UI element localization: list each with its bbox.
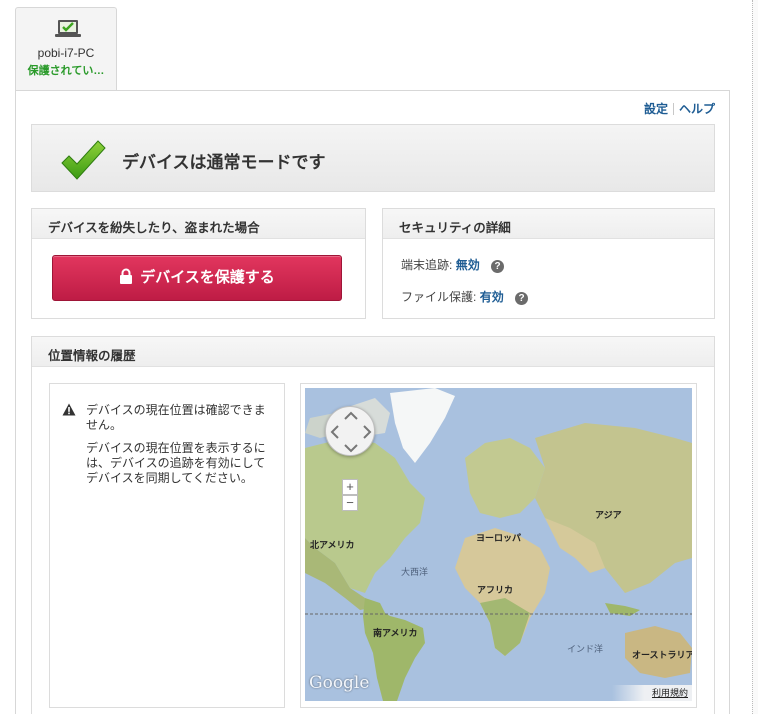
device-panel: 設定 ヘルプ デバイスは通常モードです デバイスを紛失したり、盗まれた場合 デバイ… [15,90,730,714]
world-map[interactable]: 北アメリカ 大西洋 ヨーロッパ アジア アフリカ 南アメリカ インド洋 オースト… [305,388,692,701]
device-name: pobi-i7-PC [37,46,95,60]
protect-device-button[interactable]: デバイスを保護する [52,255,342,301]
location-history-box: 位置情報の履歴 デバイスの現在位置は確認できません。 デバイスの現在位置を表示す… [31,336,715,714]
tracking-value[interactable]: 無効 [456,258,480,272]
device-tab[interactable]: pobi-i7-PC 保護されてい… [15,7,117,91]
settings-link[interactable]: 設定 [644,102,668,116]
file-protection-label: ファイル保護: [401,290,477,304]
warning-icon [62,403,76,416]
tracking-help-icon[interactable]: ? [491,260,505,273]
file-protection-help-icon[interactable]: ? [515,292,529,305]
map-label-europe: ヨーロッパ [476,533,522,543]
lost-device-header: デバイスを紛失したり、盗まれた場合 [32,209,365,239]
location-history-header: 位置情報の履歴 [32,337,714,367]
map-label-atlantic: 大西洋 [401,567,429,577]
map-terms-link[interactable]: 利用規約 [611,685,692,701]
lost-device-box: デバイスを紛失したり、盗まれた場合 デバイスを保護する [31,208,366,319]
page-right-edge [752,0,758,714]
location-message-box: デバイスの現在位置は確認できません。 デバイスの現在位置を表示するには、デバイス… [49,383,285,708]
google-logo: Google [309,673,370,693]
checkmark-icon [61,140,106,180]
help-link[interactable]: ヘルプ [679,102,715,116]
map-label-indian-ocean: インド洋 [567,644,604,654]
top-links: 設定 ヘルプ [644,100,715,117]
map-label-africa: アフリカ [477,585,514,595]
security-details-header: セキュリティの詳細 [383,209,714,239]
pan-arrows-icon [330,411,372,453]
location-message-2: デバイスの現在位置を表示するには、デバイスの追跡を有効にしてデバイスを同期してく… [86,441,266,485]
map-label-north-america: 北アメリカ [310,540,355,550]
location-message-1: デバイスの現在位置は確認できません。 [86,403,266,432]
tracking-label: 端末追跡: [401,258,453,272]
tracking-row: 端末追跡: 無効 ? [401,256,505,273]
file-protection-value[interactable]: 有効 [480,290,504,304]
map-pan-control[interactable] [325,406,375,456]
laptop-icon [55,20,81,37]
map-zoom-out-button[interactable]: − [342,495,358,511]
map-zoom-in-button[interactable]: + [342,479,358,495]
security-details-box: セキュリティの詳細 端末追跡: 無効 ? ファイル保護: 有効 ? [382,208,715,319]
file-protection-row: ファイル保護: 有効 ? [401,288,529,305]
protect-device-label: デバイスを保護する [140,269,275,286]
status-message: デバイスは通常モードです [122,153,326,172]
map-label-asia: アジア [595,510,622,520]
link-divider [672,103,674,115]
device-status: 保護されてい… [27,65,105,77]
map-label-australia: オーストラリア [632,650,692,660]
status-box: デバイスは通常モードです [31,124,715,192]
map-label-south-america: 南アメリカ [373,628,418,638]
lock-icon [120,268,133,284]
map-frame: 北アメリカ 大西洋 ヨーロッパ アジア アフリカ 南アメリカ インド洋 オースト… [300,383,697,708]
location-message: デバイスの現在位置は確認できません。 デバイスの現在位置を表示するには、デバイス… [86,403,276,494]
